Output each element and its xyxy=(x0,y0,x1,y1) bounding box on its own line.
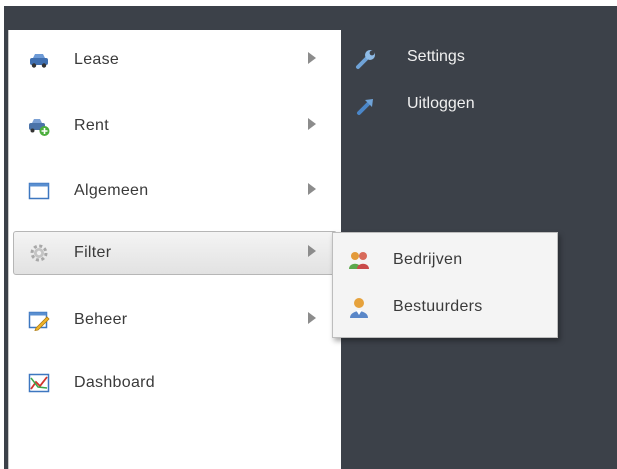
menu-item-rent[interactable]: Rent xyxy=(13,104,337,148)
menu-item-filter[interactable]: Filter xyxy=(13,231,337,275)
wrench-icon xyxy=(355,48,377,70)
submenu-arrow-icon xyxy=(308,118,316,130)
menu-item-algemeen[interactable]: Algemeen xyxy=(13,169,337,213)
submenu-item-bedrijven[interactable]: Bedrijven xyxy=(339,241,551,281)
car-add-icon xyxy=(28,115,50,137)
car-icon xyxy=(28,49,50,71)
main-menu: Lease Rent Algemeen Filter Beheer Dashbo… xyxy=(8,30,341,469)
menu-label-algemeen: Algemeen xyxy=(74,182,149,199)
logout-label: Uitloggen xyxy=(407,95,475,112)
edit-icon xyxy=(28,309,50,331)
settings-label: Settings xyxy=(407,48,465,65)
submenu-arrow-icon xyxy=(308,312,316,324)
submenu-label-bedrijven: Bedrijven xyxy=(393,251,463,268)
chart-icon xyxy=(28,372,50,394)
menu-item-beheer[interactable]: Beheer xyxy=(13,298,337,342)
logout-icon xyxy=(355,95,377,117)
menu-label-beheer: Beheer xyxy=(74,311,128,328)
submenu-arrow-icon xyxy=(308,245,316,257)
menu-label-rent: Rent xyxy=(74,117,109,134)
filter-submenu: Bedrijven Bestuurders xyxy=(332,232,558,338)
screen: Settings Uitloggen Lease Rent Algemeen F… xyxy=(0,0,617,469)
submenu-item-bestuurders[interactable]: Bestuurders xyxy=(339,288,551,328)
window-icon xyxy=(28,180,50,202)
group-icon xyxy=(347,249,371,273)
gear-icon xyxy=(28,242,50,264)
submenu-label-bestuurders: Bestuurders xyxy=(393,298,483,315)
menu-item-dashboard[interactable]: Dashboard xyxy=(13,361,337,405)
submenu-arrow-icon xyxy=(308,52,316,64)
user-icon xyxy=(347,296,371,320)
submenu-arrow-icon xyxy=(308,183,316,195)
menu-label-lease: Lease xyxy=(74,51,120,68)
menu-label-filter: Filter xyxy=(74,244,112,261)
menu-item-lease[interactable]: Lease xyxy=(13,38,337,82)
menu-label-dashboard: Dashboard xyxy=(74,374,155,391)
